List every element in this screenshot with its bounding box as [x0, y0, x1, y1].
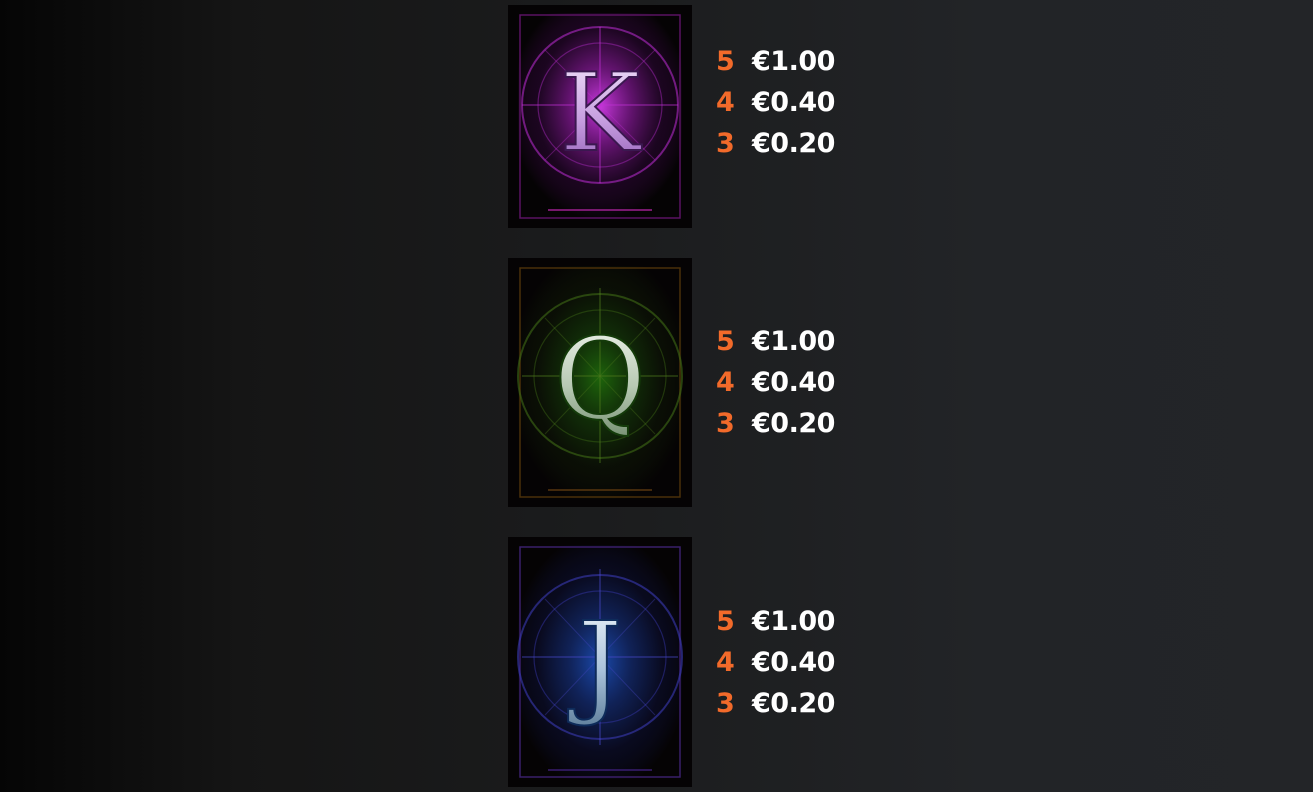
k-paytable: 5 €1.00 4 €0.40 3 €0.20: [716, 41, 835, 164]
j-payout-3-count: 3: [716, 688, 735, 719]
k-symbol-card: K: [508, 5, 692, 228]
k-payout-3-count: 3: [716, 128, 735, 159]
k-symbol-icon: K: [508, 5, 692, 228]
j-payout-4-count: 4: [716, 647, 735, 678]
q-payout-4: 4 €0.40: [716, 362, 835, 403]
j-paytable: 5 €1.00 4 €0.40 3 €0.20: [716, 601, 835, 724]
q-payout-5: 5 €1.00: [716, 321, 835, 362]
svg-text:K: K: [560, 51, 643, 176]
q-symbol-icon: Q: [508, 258, 692, 507]
symbol-row-k: K 5 €1.00 4 €0.40 3 €0.20: [508, 5, 908, 228]
q-payout-3-count: 3: [716, 408, 735, 439]
j-payout-3-amount: €0.20: [752, 688, 835, 719]
j-payout-4: 4 €0.40: [716, 642, 835, 683]
svg-text:Q: Q: [554, 315, 646, 445]
j-payout-5-count: 5: [716, 606, 735, 637]
symbol-row-q: Q 5 €1.00 4 €0.40 3 €0.20: [508, 258, 908, 507]
q-payout-4-amount: €0.40: [752, 367, 835, 398]
j-payout-4-amount: €0.40: [752, 647, 835, 678]
q-payout-3-amount: €0.20: [752, 408, 835, 439]
k-payout-5: 5 €1.00: [716, 41, 835, 82]
q-payout-4-count: 4: [716, 367, 735, 398]
q-payout-5-amount: €1.00: [752, 326, 835, 357]
q-payout-3: 3 €0.20: [716, 403, 835, 444]
k-payout-5-count: 5: [716, 46, 735, 77]
k-payout-3-amount: €0.20: [752, 128, 835, 159]
k-payout-5-amount: €1.00: [752, 46, 835, 77]
j-payout-5-amount: €1.00: [752, 606, 835, 637]
j-payout-3: 3 €0.20: [716, 683, 835, 724]
q-paytable: 5 €1.00 4 €0.40 3 €0.20: [716, 321, 835, 444]
k-payout-3: 3 €0.20: [716, 123, 835, 164]
k-payout-4-amount: €0.40: [752, 87, 835, 118]
symbol-row-j: J 5 €1.00 4 €0.40 3 €0.20: [508, 537, 908, 787]
k-payout-4-count: 4: [716, 87, 735, 118]
j-symbol-card: J: [508, 537, 692, 787]
q-payout-5-count: 5: [716, 326, 735, 357]
j-payout-5: 5 €1.00: [716, 601, 835, 642]
k-payout-4: 4 €0.40: [716, 82, 835, 123]
q-symbol-card: Q: [508, 258, 692, 507]
j-symbol-icon: J: [508, 537, 692, 787]
